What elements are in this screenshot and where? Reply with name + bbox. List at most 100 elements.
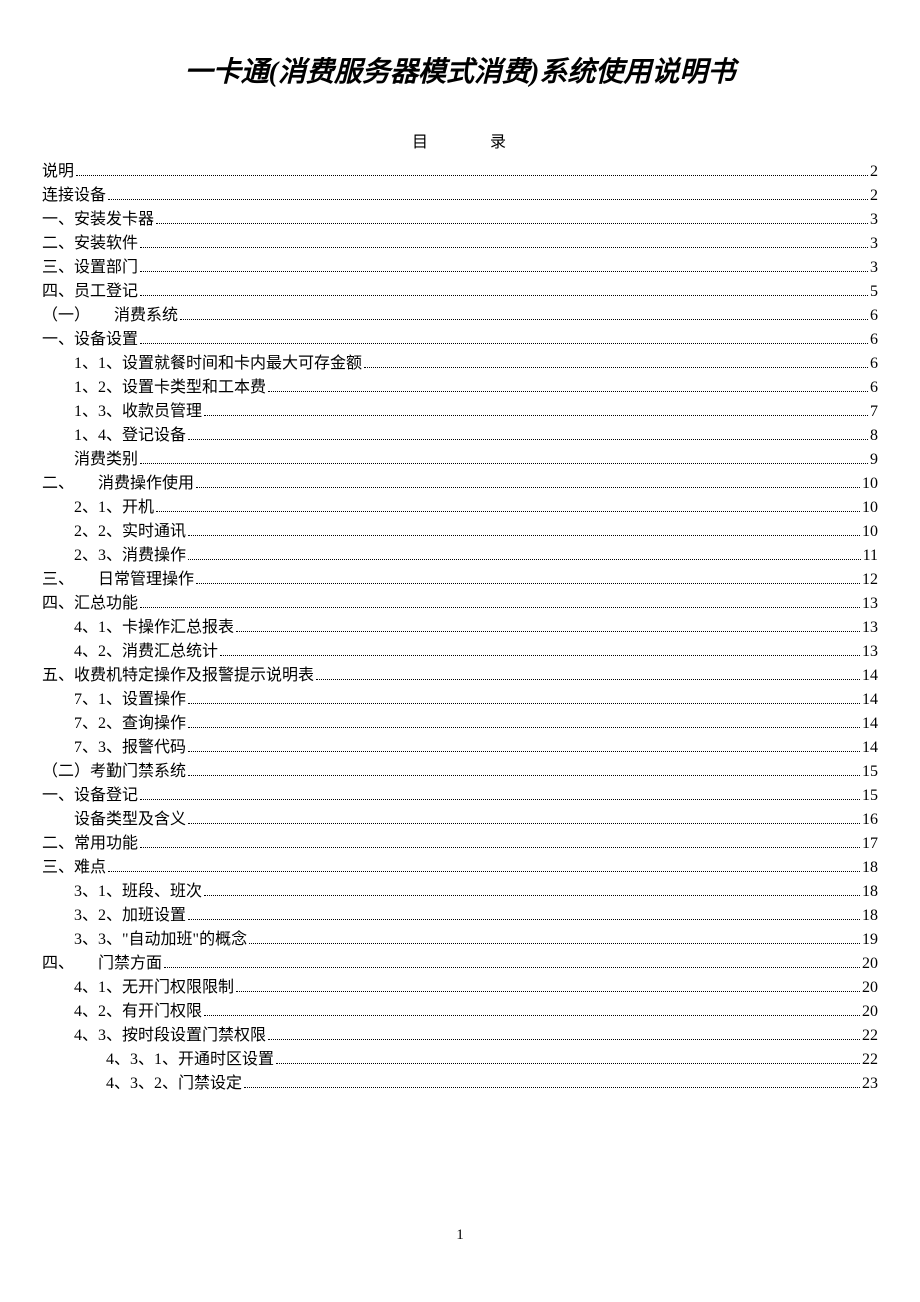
toc-leader-dots [140, 847, 860, 848]
toc-entry-page: 10 [862, 496, 878, 520]
toc-leader-dots [204, 895, 860, 896]
toc-entry-page: 9 [870, 448, 878, 472]
toc-entry[interactable]: 4、3、按时段设置门禁权限 22 [42, 1024, 878, 1048]
toc-leader-dots [108, 871, 860, 872]
toc-leader-dots [236, 631, 860, 632]
toc-entry-label: 4、1、无开门权限限制 [74, 976, 234, 1000]
toc-entry[interactable]: 四、员工登记5 [42, 280, 878, 304]
toc-entry-label: 二、常用功能 [42, 832, 138, 856]
toc-entry[interactable]: 2、2、实时通讯10 [42, 520, 878, 544]
toc-leader-dots [188, 703, 860, 704]
toc-entry[interactable]: 7、3、报警代码14 [42, 736, 878, 760]
toc-entry[interactable]: 五、收费机特定操作及报警提示说明表14 [42, 664, 878, 688]
document-title: 一卡通(消费服务器模式消费)系统使用说明书 [42, 50, 878, 90]
toc-entry[interactable]: 3、2、加班设置18 [42, 904, 878, 928]
toc-entry-page: 18 [862, 856, 878, 880]
toc-leader-dots [204, 1015, 860, 1016]
toc-leader-dots [188, 559, 861, 560]
toc-entry[interactable]: 消费类别9 [42, 448, 878, 472]
toc-entry[interactable]: 说明2 [42, 160, 878, 184]
toc-entry-label: 三、设置部门 [42, 256, 138, 280]
toc-leader-dots [156, 223, 868, 224]
page-number: 1 [0, 1227, 920, 1244]
toc-entry-label: 三、难点 [42, 856, 106, 880]
toc-entry[interactable]: 一、设备设置6 [42, 328, 878, 352]
toc-entry[interactable]: 3、1、班段、班次18 [42, 880, 878, 904]
toc-entry[interactable]: 7、2、查询操作14 [42, 712, 878, 736]
toc-leader-dots [196, 583, 860, 584]
toc-entry[interactable]: 三、设置部门3 [42, 256, 878, 280]
toc-entry[interactable]: 1、1、设置就餐时间和卡内最大可存金额6 [42, 352, 878, 376]
toc-leader-dots [76, 175, 868, 176]
toc-entry-page: 14 [862, 664, 878, 688]
toc-leader-dots [140, 799, 860, 800]
toc-entry-label: 四、汇总功能 [42, 592, 138, 616]
toc-entry[interactable]: 1、3、收款员管理7 [42, 400, 878, 424]
toc-entry[interactable]: 3、3、"自动加班"的概念19 [42, 928, 878, 952]
toc-entry-page: 14 [862, 688, 878, 712]
toc-entry[interactable]: 4、2、有开门权限20 [42, 1000, 878, 1024]
toc-entry-page: 22 [862, 1024, 878, 1048]
toc-leader-dots [140, 463, 868, 464]
toc-entry[interactable]: 连接设备2 [42, 184, 878, 208]
toc-entry-page: 20 [862, 976, 878, 1000]
toc-entry-page: 20 [862, 952, 878, 976]
toc-entry[interactable]: 一、设备登记15 [42, 784, 878, 808]
toc-entry-page: 3 [870, 232, 878, 256]
toc-entry-label: 4、3、2、门禁设定 [106, 1072, 242, 1096]
toc-leader-dots [140, 295, 868, 296]
toc-entry[interactable]: 三、难点 18 [42, 856, 878, 880]
toc-entry[interactable]: 4、1、无开门权限限制 20 [42, 976, 878, 1000]
toc-entry-page: 10 [862, 520, 878, 544]
toc-entry-label: 二、 消费操作使用 [42, 472, 194, 496]
toc-entry[interactable]: 2、1、开机10 [42, 496, 878, 520]
toc-entry-label: （一） 消费系统 [42, 304, 178, 328]
toc-entry-label: 一、安装发卡器 [42, 208, 154, 232]
toc-entry[interactable]: 2、3、消费操作11 [42, 544, 878, 568]
toc-entry[interactable]: 四、汇总功能 13 [42, 592, 878, 616]
toc-entry[interactable]: 二、安装软件3 [42, 232, 878, 256]
toc-entry-page: 11 [863, 544, 878, 568]
toc-entry-label: （二）考勤门禁系统 [42, 760, 186, 784]
toc-entry[interactable]: 4、3、2、门禁设定 23 [42, 1072, 878, 1096]
toc-leader-dots [236, 991, 860, 992]
toc-leader-dots [204, 415, 868, 416]
toc-entry-label: 四、 门禁方面 [42, 952, 162, 976]
toc-entry-page: 13 [862, 592, 878, 616]
toc-entry[interactable]: （二）考勤门禁系统15 [42, 760, 878, 784]
toc-entry-label: 三、 日常管理操作 [42, 568, 194, 592]
toc-leader-dots [268, 1039, 860, 1040]
toc-leader-dots [164, 967, 860, 968]
toc-entry[interactable]: 4、2、消费汇总统计13 [42, 640, 878, 664]
toc-entry[interactable]: 4、1、卡操作汇总报表13 [42, 616, 878, 640]
toc-leader-dots [244, 1087, 860, 1088]
toc-entry-page: 23 [862, 1072, 878, 1096]
toc-entry-label: 说明 [42, 160, 74, 184]
toc-entry-label: 4、1、卡操作汇总报表 [74, 616, 234, 640]
toc-entry-label: 7、3、报警代码 [74, 736, 186, 760]
toc-entry[interactable]: （一） 消费系统6 [42, 304, 878, 328]
toc-entry[interactable]: 三、 日常管理操作12 [42, 568, 878, 592]
toc-leader-dots [140, 247, 868, 248]
toc-entry[interactable]: 四、 门禁方面 20 [42, 952, 878, 976]
toc-entry[interactable]: 一、安装发卡器3 [42, 208, 878, 232]
toc-entry[interactable]: 1、4、登记设备8 [42, 424, 878, 448]
toc-entry-page: 22 [862, 1048, 878, 1072]
toc-leader-dots [196, 487, 860, 488]
toc-leader-dots [188, 919, 860, 920]
toc-entry[interactable]: 4、3、1、开通时区设置22 [42, 1048, 878, 1072]
table-of-contents: 说明2连接设备2一、安装发卡器3二、安装软件3三、设置部门3四、员工登记5（一）… [42, 160, 878, 1096]
toc-entry[interactable]: 二、 消费操作使用10 [42, 472, 878, 496]
toc-entry-label: 4、3、按时段设置门禁权限 [74, 1024, 266, 1048]
toc-entry[interactable]: 设备类型及含义16 [42, 808, 878, 832]
toc-entry[interactable]: 1、2、设置卡类型和工本费6 [42, 376, 878, 400]
toc-entry-label: 连接设备 [42, 184, 106, 208]
toc-entry-page: 20 [862, 1000, 878, 1024]
toc-entry[interactable]: 7、1、设置操作14 [42, 688, 878, 712]
toc-entry[interactable]: 二、常用功能17 [42, 832, 878, 856]
toc-entry-page: 15 [862, 784, 878, 808]
toc-entry-label: 四、员工登记 [42, 280, 138, 304]
toc-entry-page: 14 [862, 712, 878, 736]
toc-entry-label: 3、3、"自动加班"的概念 [74, 928, 247, 952]
toc-leader-dots [140, 343, 868, 344]
